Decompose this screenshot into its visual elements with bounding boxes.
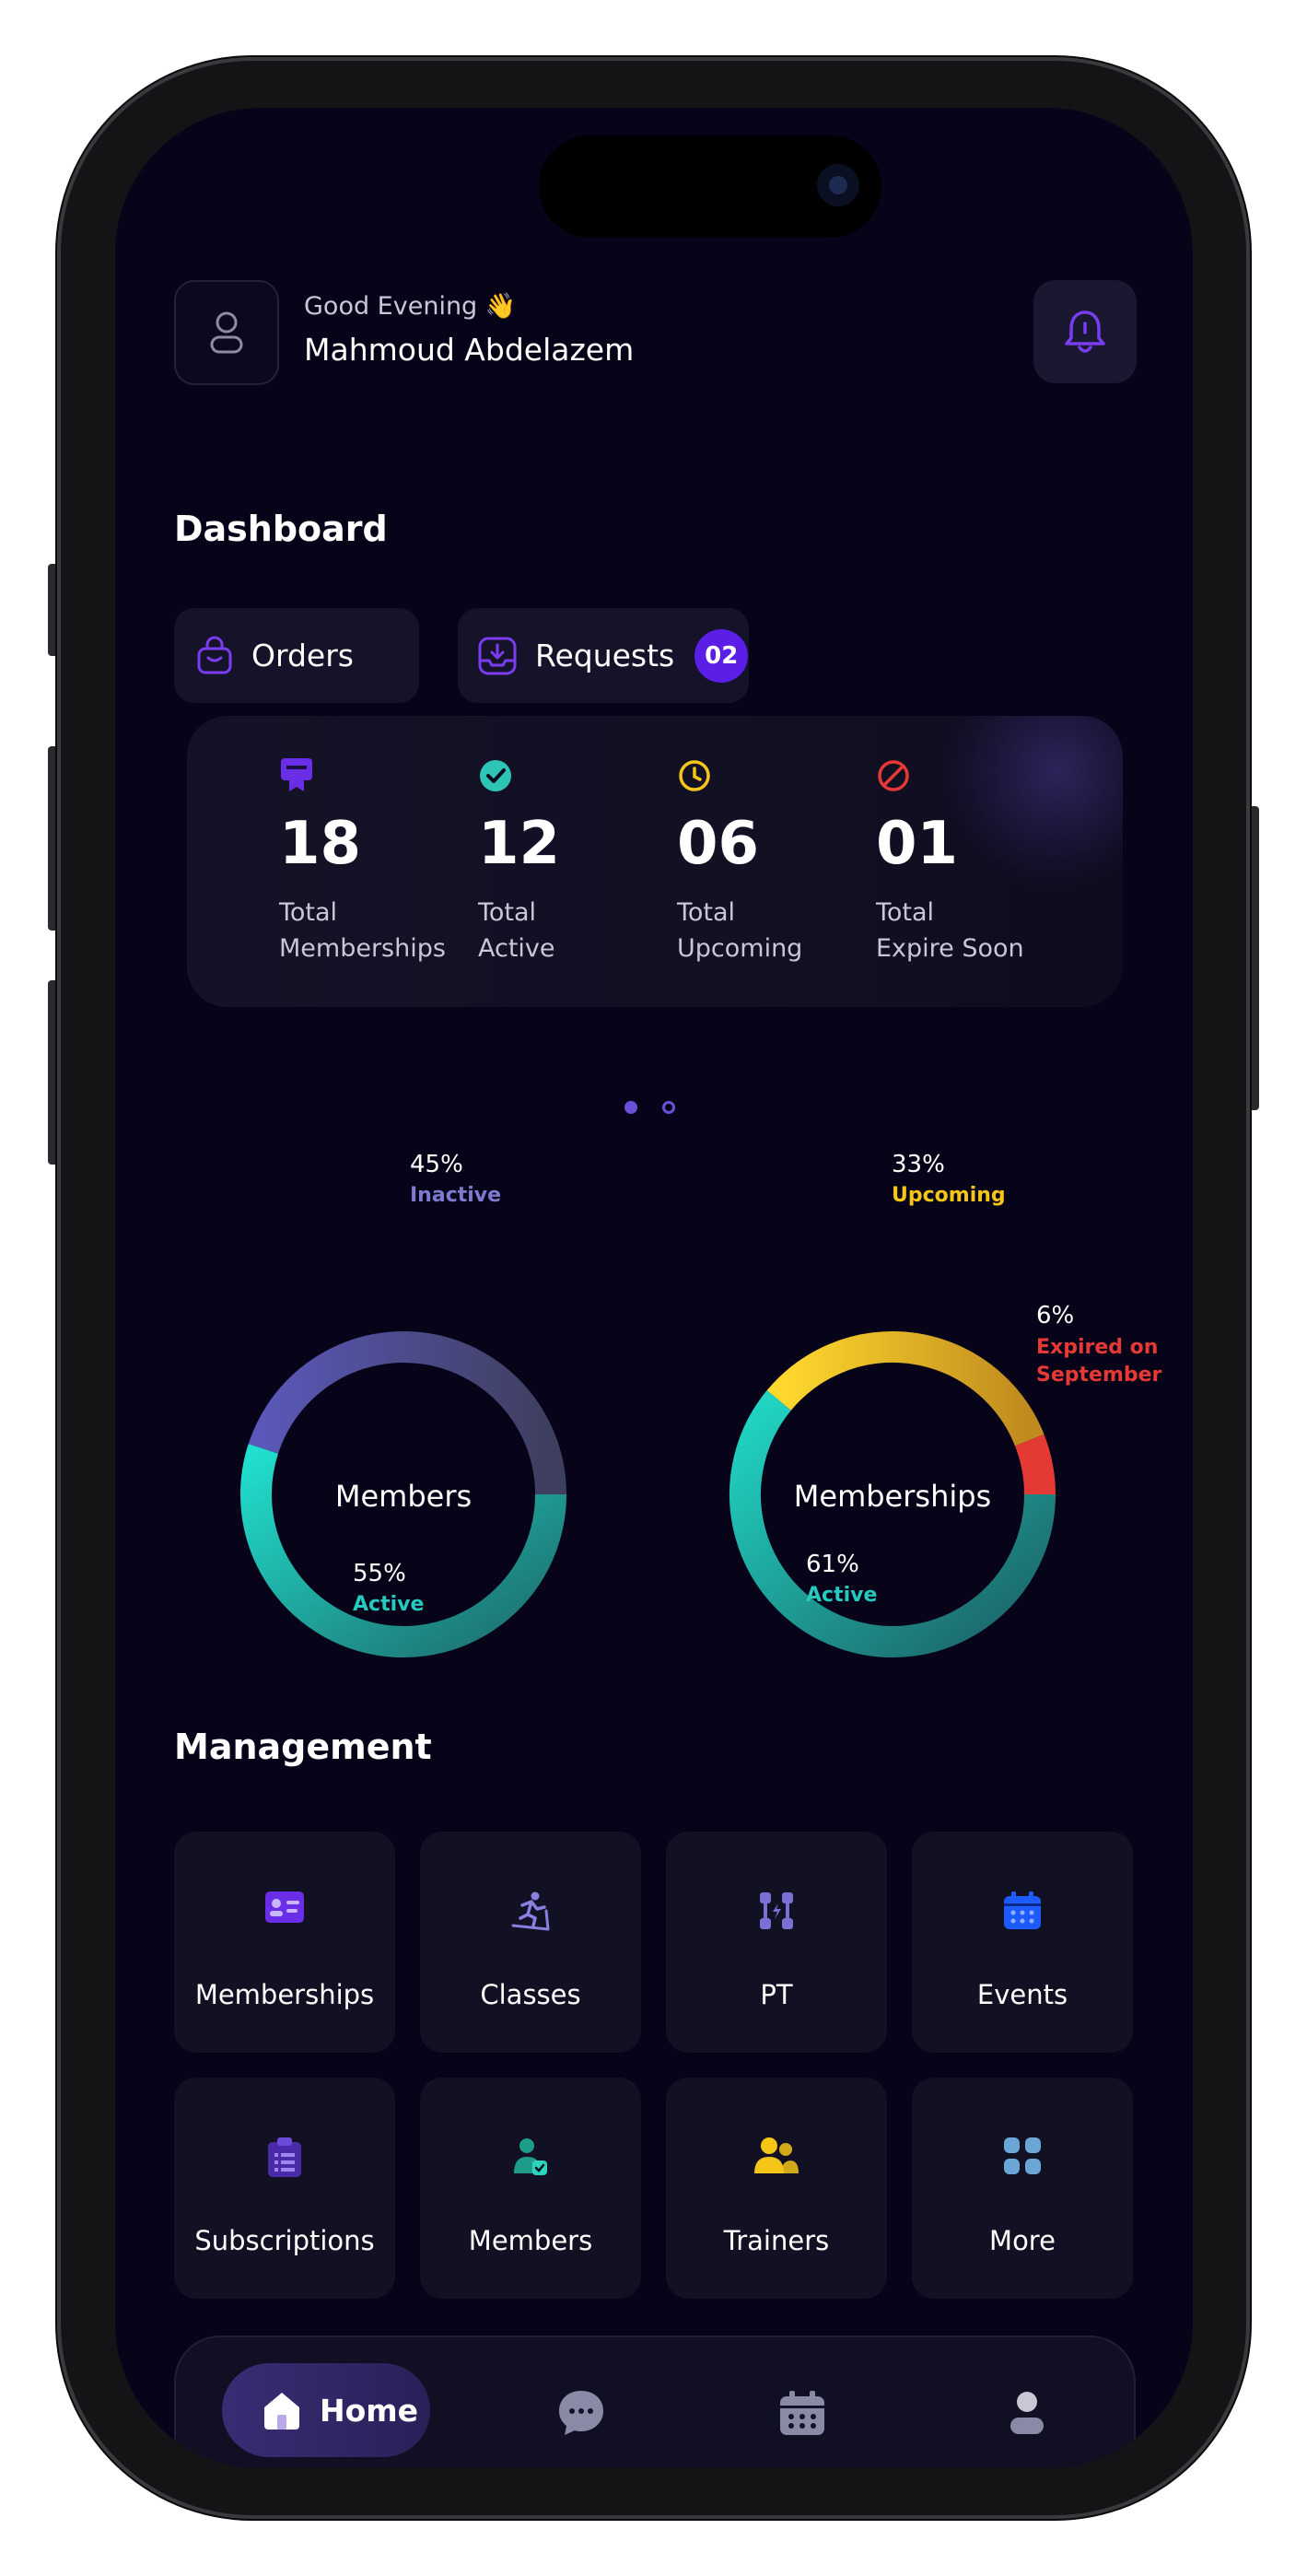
upcoming-label: Upcoming bbox=[892, 1184, 1006, 1207]
active-label: Active bbox=[806, 1584, 878, 1607]
member-check-icon bbox=[514, 2138, 547, 2175]
grid-icon bbox=[1004, 2137, 1041, 2174]
avatar[interactable] bbox=[174, 280, 279, 385]
tile-more[interactable]: More bbox=[912, 2078, 1133, 2299]
stat-label: Expire Soon bbox=[876, 934, 1024, 963]
clipboard-icon bbox=[268, 2137, 301, 2177]
calendar-icon bbox=[780, 2391, 824, 2435]
stats-card[interactable]: 18 Total Memberships 12 Total Active 06 bbox=[187, 716, 1123, 1007]
profile-icon bbox=[1010, 2392, 1044, 2434]
stat-label: Memberships bbox=[279, 934, 446, 963]
members-center-label: Members bbox=[335, 1479, 472, 1514]
members-donut-chart: Members Memberships bbox=[240, 1331, 1056, 1657]
tile-label: Subscriptions bbox=[194, 2225, 375, 2256]
tile-label: Classes bbox=[480, 1979, 581, 2010]
requests-label: Requests bbox=[535, 638, 675, 673]
tile-members[interactable]: Members bbox=[420, 2078, 641, 2299]
carousel-dot-active[interactable] bbox=[624, 1101, 637, 1114]
nav-chat[interactable] bbox=[555, 2387, 607, 2439]
memberships-center-label: Memberships bbox=[794, 1479, 991, 1514]
trainers-icon bbox=[754, 2137, 799, 2173]
calendar-icon bbox=[1004, 1891, 1041, 1929]
expired-label-line2: September bbox=[1036, 1364, 1162, 1387]
orders-button[interactable]: Orders bbox=[174, 608, 419, 703]
user-name: Mahmoud Abdelazem bbox=[304, 332, 635, 368]
home-icon bbox=[264, 2393, 299, 2430]
expired-percent: 6% bbox=[1036, 1302, 1075, 1329]
bell-icon bbox=[1065, 310, 1105, 353]
tile-memberships[interactable]: Memberships bbox=[174, 1832, 395, 2053]
treadmill-runner-icon bbox=[511, 1891, 550, 1931]
tile-label: Members bbox=[468, 2225, 593, 2256]
memberships-active-arc bbox=[729, 1390, 1056, 1657]
card-icon bbox=[281, 758, 312, 791]
requests-button[interactable]: Requests 02 bbox=[458, 608, 749, 703]
tile-pt[interactable]: PT bbox=[666, 1832, 887, 2053]
tile-label: PT bbox=[760, 1979, 793, 2010]
nav-home[interactable]: Home bbox=[222, 2363, 430, 2457]
chat-icon bbox=[559, 2391, 603, 2435]
inbox-download-icon bbox=[478, 637, 517, 674]
tile-events[interactable]: Events bbox=[912, 1832, 1133, 2053]
requests-count-badge: 02 bbox=[694, 628, 749, 683]
nav-profile[interactable] bbox=[1001, 2387, 1053, 2439]
members-inactive-arc bbox=[248, 1331, 566, 1495]
stat-label: Total bbox=[279, 898, 338, 927]
tile-classes[interactable]: Classes bbox=[420, 1832, 641, 2053]
dumbbell-icon bbox=[760, 1892, 793, 1929]
clock-icon bbox=[679, 760, 710, 791]
tile-label: Memberships bbox=[194, 1979, 375, 2010]
tile-trainers[interactable]: Trainers bbox=[666, 2078, 887, 2299]
stat-label: Total bbox=[478, 898, 537, 927]
nav-home-label: Home bbox=[320, 2392, 419, 2429]
tile-label: Trainers bbox=[723, 2225, 830, 2256]
check-circle-icon bbox=[480, 760, 511, 791]
tile-subscriptions[interactable]: Subscriptions bbox=[174, 2078, 395, 2299]
stat-value: 18 bbox=[279, 810, 362, 878]
active-label: Active bbox=[353, 1593, 425, 1616]
stat-value: 01 bbox=[876, 810, 959, 878]
inactive-percent: 45% bbox=[410, 1151, 463, 1178]
notifications-button[interactable] bbox=[1033, 280, 1137, 383]
stat-value: 06 bbox=[677, 810, 760, 878]
stat-label: Total bbox=[876, 898, 935, 927]
management-title: Management bbox=[174, 1727, 432, 1767]
nav-calendar[interactable] bbox=[776, 2387, 828, 2439]
camera-icon bbox=[817, 164, 859, 206]
orders-label: Orders bbox=[251, 638, 354, 673]
ban-icon bbox=[878, 760, 909, 791]
tile-label: Events bbox=[976, 1979, 1068, 2010]
membership-card-icon bbox=[265, 1891, 304, 1923]
card-glow-decoration bbox=[939, 716, 1123, 891]
stat-label: Total bbox=[677, 898, 736, 927]
stat-label: Active bbox=[478, 934, 555, 963]
stat-value: 12 bbox=[478, 810, 561, 878]
memberships-upcoming-arc bbox=[766, 1331, 1044, 1446]
bottom-nav: Home bbox=[174, 2336, 1136, 2468]
greeting-text: Good Evening 👋 bbox=[304, 292, 517, 321]
dashboard-title: Dashboard bbox=[174, 509, 388, 549]
app-screen: Good Evening 👋 Mahmoud Abdelazem Dashboa… bbox=[115, 108, 1193, 2468]
tile-label: More bbox=[989, 2225, 1056, 2256]
expired-label-line1: Expired on bbox=[1036, 1336, 1159, 1359]
carousel-dot[interactable] bbox=[662, 1101, 675, 1114]
inactive-label: Inactive bbox=[410, 1184, 502, 1207]
shopping-bag-icon bbox=[197, 636, 232, 673]
memberships-expired-arc bbox=[1014, 1434, 1056, 1495]
user-icon bbox=[210, 311, 243, 354]
stat-label: Upcoming bbox=[677, 934, 803, 963]
upcoming-percent: 33% bbox=[892, 1151, 945, 1178]
active-percent: 61% bbox=[806, 1551, 859, 1578]
active-percent: 55% bbox=[353, 1560, 406, 1587]
phone-frame: Good Evening 👋 Mahmoud Abdelazem Dashboa… bbox=[57, 57, 1250, 2519]
dynamic-island bbox=[539, 135, 881, 238]
